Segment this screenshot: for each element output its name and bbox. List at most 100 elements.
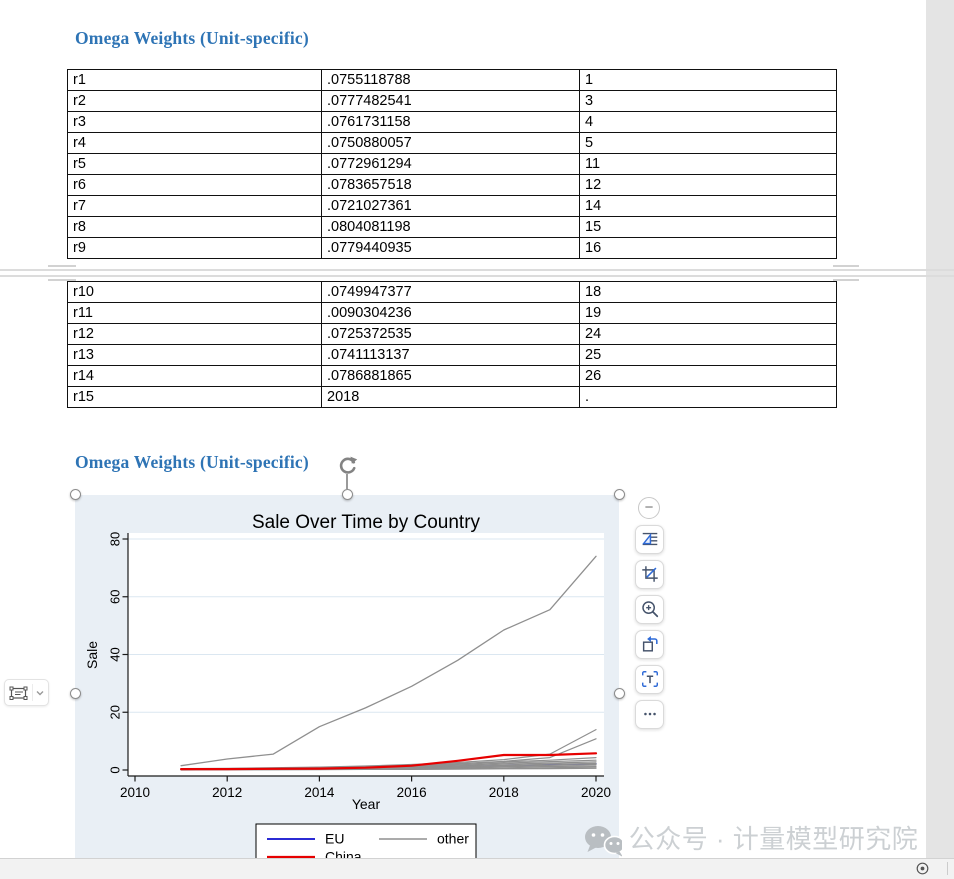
table-cell[interactable]: 24	[579, 323, 837, 345]
selection-handle-top-right[interactable]	[613, 488, 625, 500]
table-cell[interactable]: r8	[67, 216, 322, 238]
page-break-line-bottom	[0, 275, 954, 277]
table-cell[interactable]: r15	[67, 386, 322, 408]
table-row: r12.0725372535 24	[67, 323, 837, 345]
table-cell[interactable]: .0804081198	[321, 216, 580, 238]
x-tick-label: 2018	[489, 785, 519, 800]
table-cell[interactable]: 14	[579, 195, 837, 217]
select-object-tool[interactable]	[4, 679, 49, 706]
table-cell[interactable]: r10	[67, 281, 322, 303]
table-cell[interactable]: .0777482541	[321, 90, 580, 112]
page-break-line-top	[0, 269, 954, 271]
table-cell[interactable]: .0772961294	[321, 153, 580, 175]
layout-options-button[interactable]	[635, 524, 664, 554]
table-cell[interactable]: 3	[579, 90, 837, 112]
table-row: r8.0804081198 15	[67, 216, 837, 238]
crop-button[interactable]	[635, 559, 664, 589]
selection-handle-top-left[interactable]	[69, 488, 81, 500]
heading-omega-weights-2[interactable]: Omega Weights (Unit-specific)	[75, 452, 309, 473]
table-cell[interactable]: r12	[67, 323, 322, 345]
chevron-down-icon[interactable]	[34, 687, 46, 699]
table-row: r10.0749947377 18	[67, 281, 837, 303]
table-cell[interactable]: .0755118788	[321, 69, 580, 91]
table-cell[interactable]: 4	[579, 111, 837, 133]
table-cell[interactable]: r4	[67, 132, 322, 154]
more-options-icon	[643, 712, 656, 716]
selection-handle-middle-right[interactable]	[613, 687, 625, 699]
table-cell[interactable]: r9	[67, 237, 322, 259]
eye-icon[interactable]	[914, 861, 931, 876]
table-row: r2.0777482541 3	[67, 90, 837, 112]
sales-chart-image[interactable]: 0 20 40 60 80 2010 2012 2014 2016 2018 2020 Sale O…	[75, 495, 619, 879]
table-cell[interactable]: .	[579, 386, 837, 408]
table-cell[interactable]: 19	[579, 302, 837, 324]
zoom-in-icon	[641, 601, 658, 618]
table-row: r4.0750880057 5	[67, 132, 837, 154]
x-tick-label: 2014	[304, 785, 335, 800]
divider	[32, 684, 33, 701]
rotate-icon	[642, 636, 658, 652]
y-tick-label: 20	[108, 705, 123, 719]
table-row: r11.0090304236 19	[67, 302, 837, 324]
heading-omega-weights-1[interactable]: Omega Weights (Unit-specific)	[75, 28, 309, 49]
sales-chart-svg: 0 20 40 60 80 2010 2012 2014 2016 2018 2020 Sale O…	[84, 512, 611, 879]
table-row: r15 2018.	[67, 386, 837, 408]
crop-icon	[641, 566, 658, 582]
rotation-handle[interactable]	[337, 455, 358, 476]
table-cell[interactable]: 18	[579, 281, 837, 303]
selection-handle-top-middle[interactable]	[341, 488, 353, 500]
table-cell[interactable]: r6	[67, 174, 322, 196]
table-cell[interactable]: .0721027361	[321, 195, 580, 217]
table-row: r9.0779440935 16	[67, 237, 837, 259]
table-cell[interactable]: 11	[579, 153, 837, 175]
table-cell[interactable]: 12	[579, 174, 837, 196]
table-cell[interactable]: r1	[67, 69, 322, 91]
table-cell[interactable]: .0761731158	[321, 111, 580, 133]
table-cell[interactable]: .0786881865	[321, 365, 580, 387]
page-edge-strip	[926, 0, 954, 858]
selection-handle-middle-left[interactable]	[69, 687, 81, 699]
wechat-icon	[583, 824, 627, 860]
table-cell[interactable]: .0749947377	[321, 281, 580, 303]
table-cell[interactable]: .0750880057	[321, 132, 580, 154]
table-row: r5.0772961294 11	[67, 153, 837, 175]
table-cell[interactable]: 26	[579, 365, 837, 387]
table-cell[interactable]: 1	[579, 69, 837, 91]
table-cell[interactable]: 25	[579, 344, 837, 366]
omega-table-1[interactable]: r1.0755118788 1 r2.0777482541 3 r3.076173115…	[67, 69, 837, 259]
table-cell[interactable]: .0783657518	[321, 174, 580, 196]
table-cell[interactable]: .0725372535	[321, 323, 580, 345]
extract-text-button[interactable]	[635, 664, 664, 694]
rotate-button[interactable]	[635, 629, 664, 659]
x-tick-label: 2010	[120, 785, 150, 800]
table-row: r1.0755118788 1	[67, 69, 837, 91]
watermark: 公众号 · 计量模型研究院	[622, 817, 925, 858]
y-axis-title: Sale	[84, 641, 100, 669]
more-options-button[interactable]	[635, 699, 664, 729]
table-cell[interactable]: r5	[67, 153, 322, 175]
zoom-in-button[interactable]	[635, 594, 664, 624]
rotation-handle-stem	[346, 474, 348, 489]
table-row: r14.0786881865 26	[67, 365, 837, 387]
table-cell[interactable]: 15	[579, 216, 837, 238]
table-cell[interactable]: 16	[579, 237, 837, 259]
rotate-arrow-icon	[339, 456, 358, 474]
table-cell[interactable]: r3	[67, 111, 322, 133]
x-tick-label: 2016	[397, 785, 427, 800]
table-cell[interactable]: .0741113137	[321, 344, 580, 366]
page-margin-mark	[48, 265, 76, 267]
table-cell[interactable]: 5	[579, 132, 837, 154]
table-cell[interactable]: r11	[67, 302, 322, 324]
table-cell[interactable]: r2	[67, 90, 322, 112]
table-cell[interactable]: r13	[67, 344, 322, 366]
omega-table-2[interactable]: r10.0749947377 18 r11.0090304236 19 r12.0725…	[67, 281, 837, 408]
y-tick-label: 80	[108, 532, 123, 546]
table-cell[interactable]: r7	[67, 195, 322, 217]
table-cell[interactable]: r14	[67, 365, 322, 387]
table-cell[interactable]: .0779440935	[321, 237, 580, 259]
table-cell[interactable]: 2018	[321, 386, 580, 408]
collapse-toolbar-button[interactable]: −	[638, 497, 660, 519]
table-cell[interactable]: .0090304236	[321, 302, 580, 324]
status-bar-divider	[947, 862, 948, 875]
x-axis-title: Year	[352, 796, 381, 812]
